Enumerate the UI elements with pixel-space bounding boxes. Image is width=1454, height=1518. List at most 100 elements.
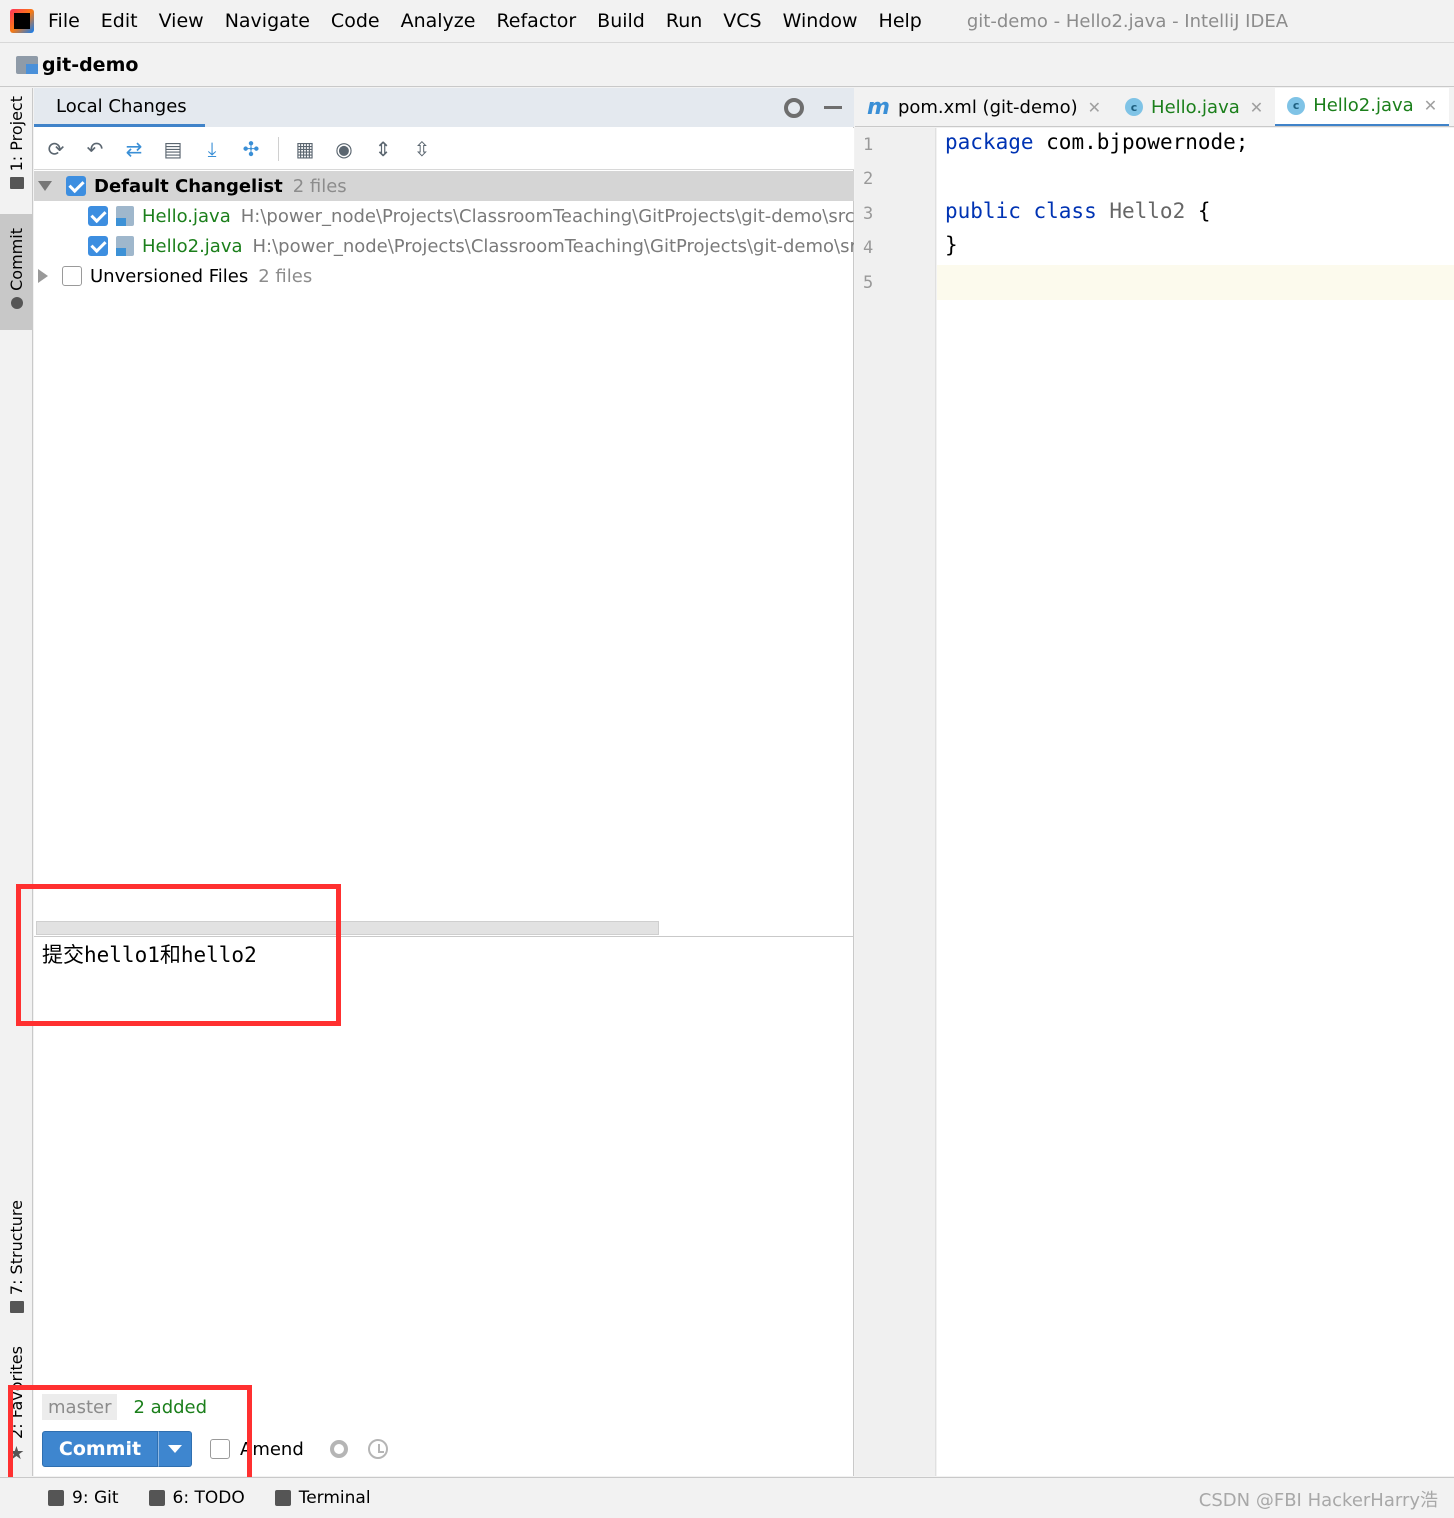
file-checkbox[interactable]: [88, 236, 108, 256]
tab-hello-java[interactable]: c Hello.java ✕: [1113, 88, 1275, 126]
diff-icon[interactable]: ⇄: [122, 137, 146, 161]
gear-icon[interactable]: [784, 98, 804, 118]
tab-pom-xml[interactable]: m pom.xml (git-demo) ✕: [855, 88, 1113, 126]
collapse-arrow-icon[interactable]: [38, 269, 48, 283]
file-name: Hello.java: [142, 205, 231, 227]
expand-arrow-icon[interactable]: [38, 181, 52, 191]
stripe-structure-button[interactable]: 7: Structure: [0, 1200, 33, 1314]
terminal-tool-label: Terminal: [298, 1488, 371, 1508]
minimize-icon[interactable]: [824, 106, 842, 109]
tree-row-file[interactable]: Hello2.java H:\power_node\Projects\Class…: [34, 231, 854, 261]
unversioned-name: Unversioned Files: [90, 265, 249, 287]
line-number: 3: [863, 204, 874, 224]
tab-label: pom.xml (git-demo): [897, 96, 1078, 118]
line-number: 4: [863, 238, 874, 258]
shelve-icon[interactable]: ✣: [239, 137, 263, 161]
expand-all-icon[interactable]: ⇕: [371, 137, 395, 161]
history-icon[interactable]: [367, 1439, 388, 1459]
list-icon: [148, 1490, 165, 1506]
line-number: 5: [863, 273, 874, 293]
tool-window-header: Local Changes: [34, 88, 854, 127]
tree-row-file[interactable]: Hello.java H:\power_node\Projects\Classr…: [34, 201, 854, 231]
file-name: Hello2.java: [142, 235, 243, 257]
menu-navigate[interactable]: Navigate: [225, 10, 310, 32]
code-keyword: package: [945, 130, 1034, 154]
menu-view[interactable]: View: [159, 10, 204, 32]
editor-gutter: 1 2 3 4 5: [855, 128, 936, 1476]
menu-run[interactable]: Run: [666, 10, 702, 32]
line-number: 2: [863, 169, 874, 189]
menu-edit[interactable]: Edit: [101, 10, 138, 32]
close-icon[interactable]: ✕: [1088, 98, 1101, 117]
java-class-icon: c: [1287, 96, 1306, 115]
maven-icon: m: [867, 94, 890, 120]
java-file-icon: [116, 206, 134, 226]
unversioned-checkbox[interactable]: [62, 266, 82, 286]
tab-local-changes[interactable]: Local Changes: [34, 88, 205, 127]
code-text: {: [1185, 199, 1211, 223]
changelist-checkbox[interactable]: [66, 176, 86, 196]
file-path: H:\power_node\Projects\ClassroomTeaching…: [252, 235, 854, 257]
toolbar-separator: [278, 136, 279, 161]
code-line: package com.bjpowernode;: [945, 130, 1248, 154]
menu-refactor[interactable]: Refactor: [496, 10, 576, 32]
folder-icon: [9, 177, 24, 190]
tree-row-unversioned[interactable]: Unversioned Files 2 files: [34, 261, 854, 291]
left-tool-stripe: 1: Project Commit 7: Structure 2: Favori…: [0, 88, 33, 1476]
tab-overflow[interactable]: [1449, 88, 1454, 126]
tab-label: Hello2.java: [1313, 95, 1414, 116]
intellij-logo-icon: [10, 9, 34, 33]
close-icon[interactable]: ✕: [1250, 98, 1263, 117]
tab-hello2-java[interactable]: c Hello2.java ✕: [1275, 88, 1450, 126]
current-line-highlight: [937, 265, 1454, 300]
code-line: public class Hello2 {: [945, 199, 1211, 223]
commit-options-gear-icon[interactable]: [329, 1440, 348, 1458]
stripe-commit-label: Commit: [7, 228, 26, 291]
unversioned-count: 2 files: [258, 265, 313, 287]
stripe-commit-button[interactable]: Commit: [0, 214, 33, 330]
menu-build[interactable]: Build: [597, 10, 645, 32]
git-tool-label: 9: Git: [72, 1488, 119, 1508]
rollback-icon[interactable]: ↶: [83, 137, 107, 161]
stripe-project-label: 1: Project: [7, 96, 26, 172]
update-icon[interactable]: ⤓: [200, 137, 224, 161]
todo-tool-label: 6: TODO: [172, 1488, 245, 1508]
todo-tool-button[interactable]: 6: TODO: [148, 1488, 245, 1508]
changelist-name: Default Changelist: [94, 175, 283, 197]
annotation-box-message: [16, 884, 341, 1026]
menu-analyze[interactable]: Analyze: [401, 10, 476, 32]
changes-toolbar: ⟳ ↶ ⇄ ▤ ⤓ ✣ ▦ ◉ ⇕ ⇳: [34, 128, 854, 170]
group-by-icon[interactable]: ▦: [293, 137, 317, 161]
watermark: CSDN @FBI HackerHarry浩: [1198, 1490, 1438, 1511]
changelist-count: 2 files: [292, 175, 347, 197]
changelist-icon[interactable]: ▤: [161, 137, 185, 161]
java-class-icon: c: [1125, 98, 1144, 116]
refresh-icon[interactable]: ⟳: [44, 137, 68, 161]
status-bar: 9: Git 6: TODO Terminal CSDN @FBI Hacker…: [0, 1477, 1454, 1518]
git-tool-button[interactable]: 9: Git: [48, 1488, 119, 1508]
terminal-tool-button[interactable]: Terminal: [274, 1488, 371, 1508]
code-class-name: Hello2: [1096, 199, 1186, 223]
code-line: }: [945, 233, 958, 257]
code-editor[interactable]: package com.bjpowernode; public class He…: [937, 128, 1454, 1476]
changes-tree: Default Changelist 2 files Hello.java H:…: [34, 171, 854, 291]
tree-row-default-changelist[interactable]: Default Changelist 2 files: [34, 171, 854, 201]
close-icon[interactable]: ✕: [1424, 96, 1437, 115]
menu-window[interactable]: Window: [783, 10, 858, 32]
annotation-box-commit: [8, 1385, 252, 1485]
commit-icon: [10, 296, 23, 309]
editor-tabs: m pom.xml (git-demo) ✕ c Hello.java ✕ c …: [855, 88, 1454, 127]
menu-file[interactable]: File: [48, 10, 80, 32]
project-folder-icon: [16, 56, 38, 74]
file-checkbox[interactable]: [88, 206, 108, 226]
commit-tool-window: Local Changes ⟳ ↶ ⇄ ▤ ⤓ ✣ ▦ ◉ ⇕ ⇳ Defaul…: [34, 88, 854, 1476]
collapse-all-icon[interactable]: ⇳: [410, 137, 434, 161]
breadcrumb-project[interactable]: git-demo: [42, 54, 138, 76]
menu-vcs[interactable]: VCS: [723, 10, 761, 32]
code-keyword: public class: [945, 199, 1097, 223]
menu-code[interactable]: Code: [331, 10, 380, 32]
eye-icon[interactable]: ◉: [332, 137, 356, 161]
java-file-icon: [116, 236, 134, 256]
stripe-project-button[interactable]: 1: Project: [0, 96, 33, 190]
menu-help[interactable]: Help: [879, 10, 922, 32]
